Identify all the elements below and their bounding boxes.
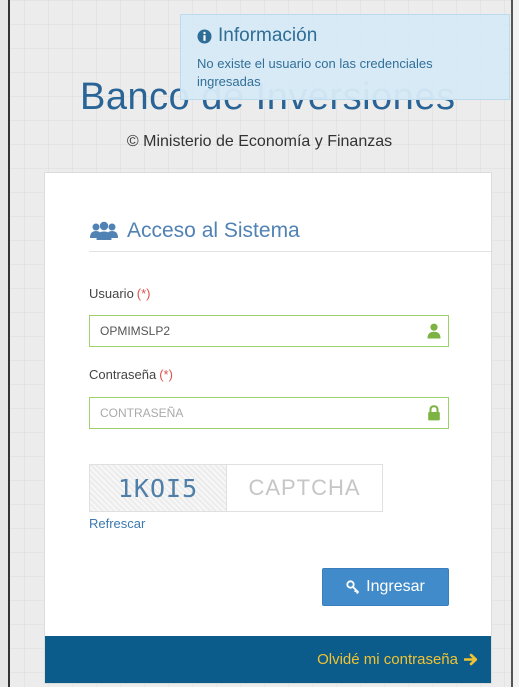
password-field-wrap bbox=[89, 397, 449, 429]
forgot-password-link[interactable]: Olvidé mi contraseña bbox=[317, 651, 479, 668]
notification-title: Información bbox=[218, 25, 318, 46]
window-frame-right bbox=[511, 0, 519, 687]
users-icon bbox=[90, 221, 118, 240]
login-header: Acceso al Sistema bbox=[89, 219, 300, 243]
info-notification[interactable]: Información No existe el usuario con las… bbox=[180, 14, 510, 100]
window-frame-left bbox=[0, 0, 10, 687]
login-card: Acceso al Sistema Usuario(*) Contraseña(… bbox=[44, 172, 493, 684]
password-label-text: Contraseña bbox=[89, 367, 157, 382]
username-input[interactable] bbox=[90, 316, 430, 346]
required-mark: (*) bbox=[136, 286, 151, 301]
card-footer: Olvidé mi contraseña bbox=[45, 636, 491, 683]
user-icon bbox=[427, 323, 441, 339]
username-label: Usuario (*) bbox=[89, 286, 151, 301]
key-icon bbox=[346, 580, 360, 594]
forgot-password-label: Olvidé mi contraseña bbox=[317, 651, 458, 668]
login-title: Acceso al Sistema bbox=[127, 219, 300, 242]
arrow-right-icon bbox=[464, 653, 478, 666]
login-button-label: Ingresar bbox=[366, 578, 425, 595]
page-subtitle: © Ministerio de Economía y Finanzas bbox=[126, 133, 393, 150]
captcha-input[interactable] bbox=[227, 465, 382, 511]
lock-icon bbox=[428, 405, 440, 421]
password-input[interactable] bbox=[90, 398, 430, 428]
required-mark: (*) bbox=[159, 367, 173, 382]
password-label: Contraseña (*) bbox=[89, 367, 173, 382]
username-field-wrap bbox=[89, 315, 449, 347]
login-button[interactable]: Ingresar bbox=[322, 568, 449, 606]
username-label-text: Usuario bbox=[89, 286, 134, 301]
notification-message: No existe el usuario con las credenciale… bbox=[197, 56, 433, 89]
captcha-field-wrap bbox=[226, 464, 383, 512]
captcha-code: 1KOI5 bbox=[117, 473, 199, 503]
header-divider bbox=[89, 251, 493, 252]
notification-header: Información bbox=[197, 25, 497, 47]
refresh-captcha-link[interactable]: Refrescar bbox=[89, 516, 145, 531]
info-circle-icon bbox=[197, 29, 212, 43]
captcha-image: 1KOI5 bbox=[89, 464, 227, 512]
